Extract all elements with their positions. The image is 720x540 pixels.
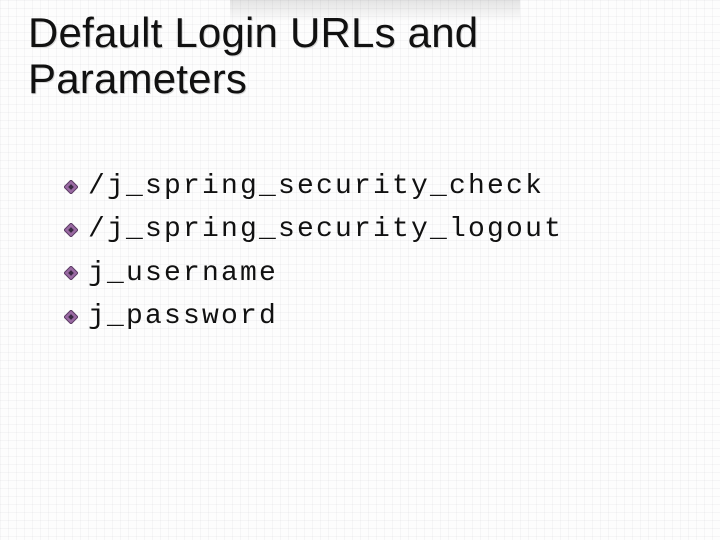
diamond-bullet-icon — [64, 310, 78, 324]
diamond-bullet-icon — [64, 223, 78, 237]
slide-title: Default Login URLs and Parameters — [28, 10, 680, 102]
bullet-list: /j_spring_security_check /j_spring_secur… — [64, 165, 680, 339]
list-item: j_password — [64, 295, 680, 338]
diamond-bullet-icon — [64, 180, 78, 194]
list-item: /j_spring_security_check — [64, 165, 680, 208]
list-item-label: /j_spring_security_logout — [88, 208, 563, 251]
diamond-bullet-icon — [64, 266, 78, 280]
list-item-label: j_password — [88, 295, 278, 338]
list-item: j_username — [64, 252, 680, 295]
list-item-label: /j_spring_security_check — [88, 165, 544, 208]
list-item-label: j_username — [88, 252, 278, 295]
slide: Default Login URLs and Parameters /j_spr… — [0, 0, 720, 540]
list-item: /j_spring_security_logout — [64, 208, 680, 251]
